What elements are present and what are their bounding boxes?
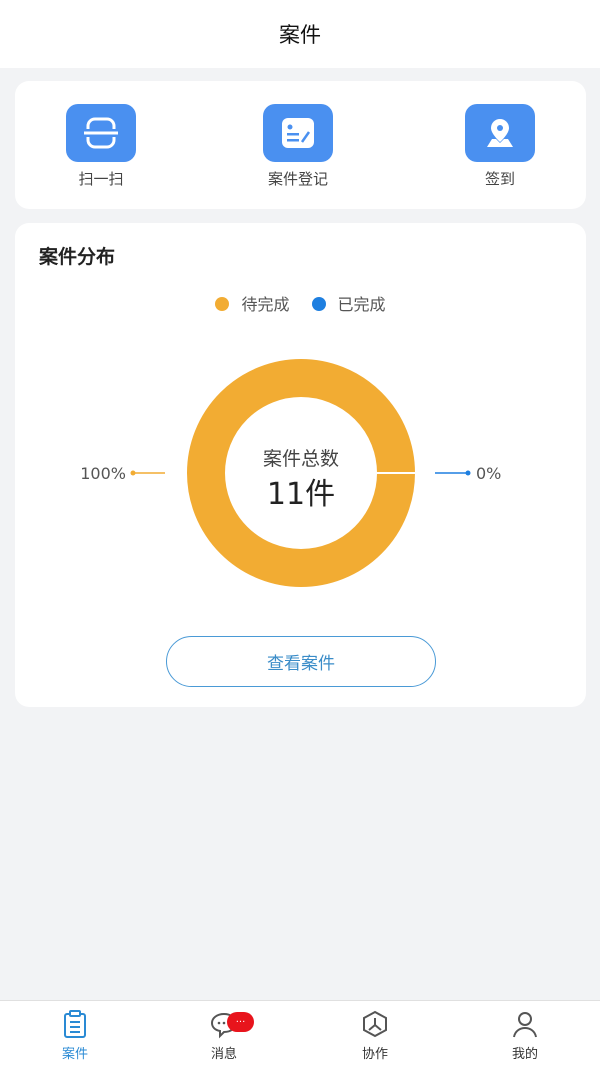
- label-dot-done: [465, 470, 471, 476]
- center-value: 11件: [267, 477, 335, 512]
- tab-cases[interactable]: 案件: [35, 1009, 115, 1062]
- checkin-button[interactable]: 签到: [445, 104, 555, 189]
- percent-label-done: 0%: [476, 464, 501, 483]
- legend-item-pending[interactable]: 待完成: [215, 291, 290, 315]
- register-icon: [263, 104, 333, 162]
- label-dot-pending: [130, 470, 136, 476]
- collab-icon: [363, 1010, 387, 1038]
- bottom-tab-bar: 案件 ... 消息 协作 我的: [0, 1000, 600, 1067]
- page-title: 案件: [279, 23, 321, 47]
- legend-dot: [215, 297, 230, 311]
- message-badge: ...: [227, 1012, 254, 1032]
- tab-collaborate[interactable]: 协作: [335, 1009, 415, 1062]
- header: 案件: [0, 0, 600, 68]
- scan-icon: [66, 104, 136, 162]
- donut-chart: 100% 0% 案件总数 11件: [80, 359, 501, 587]
- scan-button[interactable]: 扫一扫: [46, 104, 156, 189]
- view-cases-button[interactable]: 查看案件: [166, 636, 436, 687]
- legend-dot: [311, 297, 326, 311]
- chart-legend: 待完成 已完成: [15, 291, 586, 315]
- tab-mine[interactable]: 我的: [485, 1009, 565, 1062]
- quick-actions-card: 扫一扫 案件登记 签到: [15, 81, 586, 209]
- legend-item-done[interactable]: 已完成: [311, 291, 386, 315]
- case-distribution-card: 案件分布 待完成 已完成 100% 0% 案件总数 11件 查看案件: [15, 223, 586, 707]
- percent-label-pending: 100%: [80, 464, 126, 483]
- section-title: 案件分布: [39, 246, 116, 268]
- tab-messages[interactable]: ... 消息: [184, 1009, 264, 1062]
- case-register-button[interactable]: 案件登记: [243, 104, 353, 189]
- location-icon: [465, 104, 535, 162]
- center-label: 案件总数: [263, 448, 339, 470]
- donut-slice-0[interactable]: [187, 359, 415, 587]
- clipboard-icon: [64, 1010, 86, 1038]
- user-icon: [513, 1012, 537, 1038]
